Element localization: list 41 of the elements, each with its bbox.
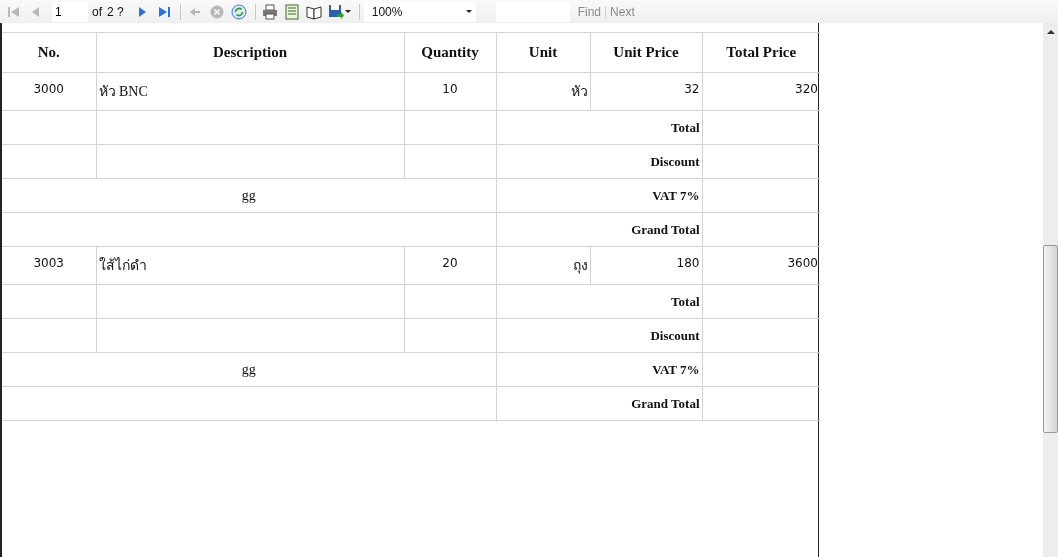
column-header: No. <box>2 32 96 73</box>
summary-label: Discount <box>496 318 702 353</box>
column-header: Unit Price <box>590 32 702 73</box>
book-icon <box>305 3 322 20</box>
column-header: Quantity <box>404 32 496 73</box>
scrollbar-thumb[interactable] <box>1043 245 1058 433</box>
zoom-dropdown[interactable]: 100% <box>363 1 476 22</box>
table-cell: หัว <box>496 72 590 111</box>
summary-label: Total <box>496 110 702 145</box>
summary-label: VAT 7% <box>496 352 702 387</box>
page-of-label: of <box>92 4 102 19</box>
column-header: Description <box>96 32 404 73</box>
table-cell: ถุง <box>496 246 590 285</box>
page-icon <box>283 3 300 20</box>
table-cell: หัว BNC <box>96 72 404 111</box>
caret-icon <box>344 10 351 13</box>
table-cell: 180 <box>590 246 702 285</box>
table-cell: 10 <box>404 72 496 111</box>
page-number-field[interactable]: 1 <box>52 1 88 22</box>
column-header: Total Price <box>702 32 820 73</box>
page-total-label: 2 ? <box>107 4 124 19</box>
summary-label: Grand Total <box>496 212 702 247</box>
table-cell: 20 <box>404 246 496 285</box>
note-text: gg <box>2 178 496 213</box>
dropdown-caret-icon <box>465 10 472 13</box>
refresh-button[interactable] <box>228 2 249 21</box>
summary-label: VAT 7% <box>496 178 702 213</box>
refresh-icon <box>230 3 247 20</box>
table-cell: 32 <box>590 72 702 111</box>
table-cell: ใส้ไก่ดำ <box>96 246 404 285</box>
note-text: gg <box>2 352 496 387</box>
table-cell: 3003 <box>2 246 96 285</box>
summary-label: Discount <box>496 144 702 179</box>
vertical-scrollbar[interactable] <box>1043 23 1058 557</box>
table-cell: 3000 <box>2 72 96 111</box>
x-circle-icon <box>208 3 225 20</box>
summary-label: Total <box>496 284 702 319</box>
column-header: Unit <box>496 32 590 73</box>
summary-label: Grand Total <box>496 386 702 421</box>
scroll-up-icon[interactable] <box>1046 29 1055 34</box>
printer-icon <box>261 3 278 20</box>
